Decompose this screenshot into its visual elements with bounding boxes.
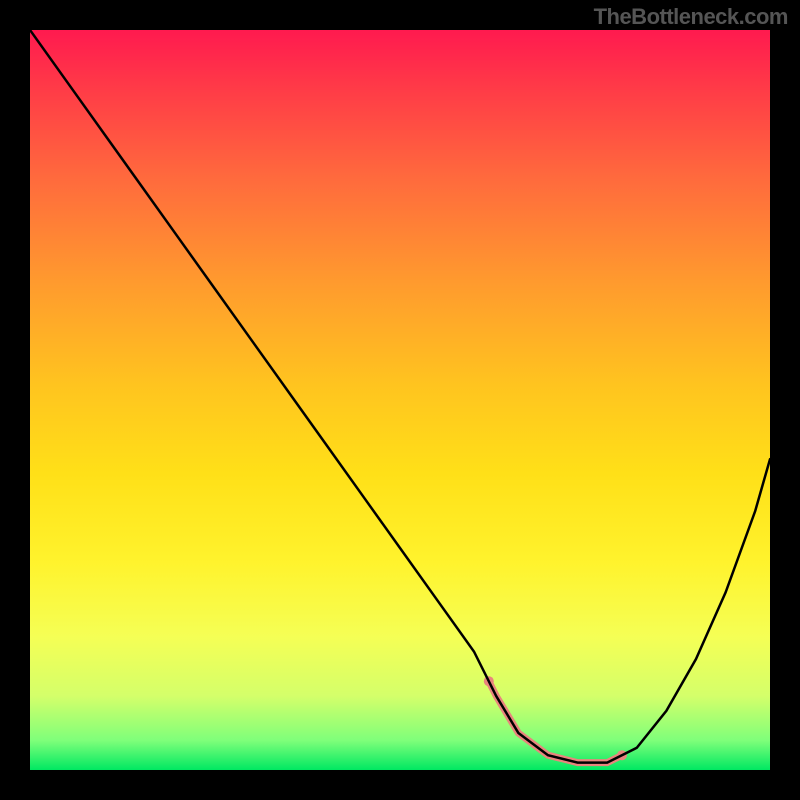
optimal-range-highlight [489, 681, 622, 762]
curve-layer [30, 30, 770, 770]
bottleneck-curve [30, 30, 770, 763]
attribution-label: TheBottleneck.com [594, 4, 788, 30]
chart-frame: TheBottleneck.com [0, 0, 800, 800]
plot-area [30, 30, 770, 770]
